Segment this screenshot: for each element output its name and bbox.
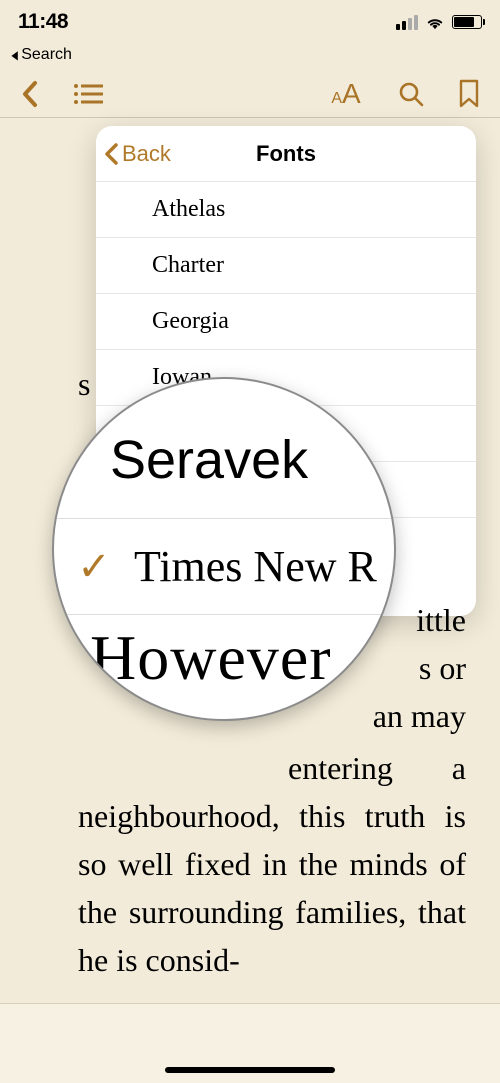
loupe-bottom-fragments: bẏn the — [54, 695, 394, 721]
magnifier-loupe: Seravek ✓ Times New R However bẏn the — [52, 377, 396, 721]
back-to-search[interactable]: ◀ Search — [0, 44, 500, 70]
wifi-icon — [424, 14, 446, 30]
status-bar: 11:48 — [0, 0, 500, 44]
font-option-charter[interactable]: Charter — [96, 238, 476, 294]
table-of-contents-button[interactable] — [72, 77, 106, 111]
popover-back-label: Back — [122, 141, 171, 167]
reader-toolbar: AA — [0, 70, 500, 118]
loupe-row-selected: ✓ Times New R — [54, 519, 394, 615]
popover-title: Fonts — [256, 141, 316, 167]
back-triangle-icon: ◀ — [11, 48, 17, 62]
appearance-button[interactable]: AA — [322, 77, 370, 111]
body-fragment: entering a neighbourhood, this truth is … — [78, 750, 466, 978]
loupe-big-word: However — [54, 615, 394, 695]
status-time: 11:48 — [18, 10, 68, 34]
font-option-georgia[interactable]: Georgia — [96, 294, 476, 350]
search-button[interactable] — [394, 77, 428, 111]
home-indicator[interactable] — [165, 1067, 335, 1073]
status-indicators — [396, 14, 482, 30]
battery-icon — [452, 15, 482, 29]
loupe-row-seravek: Seravek — [54, 379, 394, 519]
popover-back-button[interactable]: Back — [104, 141, 171, 167]
cellular-signal-icon — [396, 15, 418, 30]
font-option-athelas[interactable]: Athelas — [96, 182, 476, 238]
checkmark-icon: ✓ — [72, 543, 116, 590]
back-search-label: Search — [21, 46, 72, 64]
bookmark-button[interactable] — [452, 77, 486, 111]
popover-header: Back Fonts — [96, 126, 476, 182]
library-back-button[interactable] — [14, 77, 48, 111]
side-fragments: ittle s or an may — [396, 596, 466, 740]
